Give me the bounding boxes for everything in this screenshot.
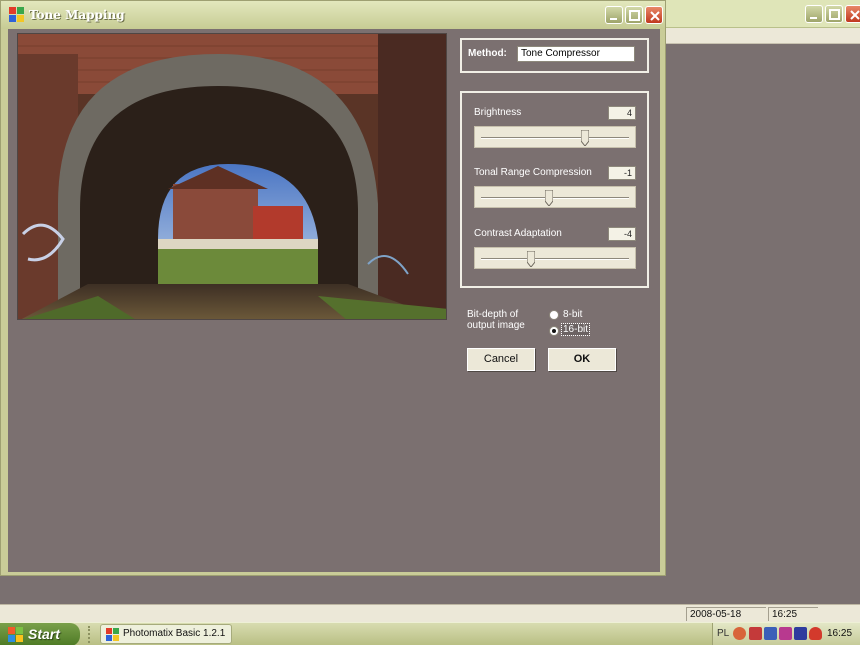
dialog-close-button[interactable] <box>645 6 663 24</box>
cancel-button[interactable]: Cancel <box>467 348 535 371</box>
tray-monitor-icon[interactable] <box>749 627 762 640</box>
minimize-icon <box>610 18 617 20</box>
radio-16-bit-label[interactable]: 16-bit <box>560 323 591 336</box>
ok-button[interactable]: OK <box>548 348 616 371</box>
start-button[interactable]: Start <box>0 623 80 645</box>
radio-16-bit[interactable] <box>549 326 559 336</box>
tray-shield-icon[interactable] <box>809 627 822 640</box>
dialog-minimize-button[interactable] <box>605 6 623 24</box>
tray-device-icon[interactable] <box>794 627 807 640</box>
status-time: 16:25 <box>768 607 818 621</box>
contrast-adaptation-value[interactable]: -4 <box>608 227 636 241</box>
dialog-title: Tone Mapping <box>29 8 125 22</box>
taskbar-item-label: Photomatix Basic 1.2.1 <box>123 628 226 639</box>
bit-depth-label-line1: Bit-depth of <box>467 309 519 320</box>
dialog-titlebar[interactable]: Tone Mapping <box>1 1 665 29</box>
method-select[interactable]: Tone Compressor <box>517 46 635 62</box>
close-icon <box>850 10 860 20</box>
parent-minimize-button[interactable] <box>805 5 823 23</box>
start-label: Start <box>28 626 60 642</box>
tonal-range-compression-track <box>481 197 629 199</box>
maximize-icon <box>629 10 640 21</box>
brick-arch-photo <box>18 34 446 319</box>
dialog-maximize-button[interactable] <box>625 6 643 24</box>
method-panel: Method: Tone Compressor <box>460 38 649 73</box>
parent-menubar <box>664 28 860 44</box>
brightness-value[interactable]: 4 <box>608 106 636 120</box>
tray-app-icon[interactable] <box>779 627 792 640</box>
photomatix-app-icon <box>9 7 24 22</box>
radio-8-bit-label[interactable]: 8-bit <box>563 309 582 320</box>
radio-8-bit[interactable] <box>549 310 559 320</box>
contrast-adaptation-label: Contrast Adaptation <box>474 228 562 239</box>
tray-arrow-icon[interactable] <box>733 627 746 640</box>
parent-maximize-button[interactable] <box>825 5 843 23</box>
close-icon <box>650 11 660 21</box>
taskbar-clock: 16:25 <box>827 628 853 639</box>
tonal-range-compression-slider[interactable] <box>474 186 636 208</box>
tray-network-icon[interactable] <box>764 627 777 640</box>
bit-depth-label-line2: output image <box>467 320 525 331</box>
status-date: 2008-05-18 <box>686 607 766 621</box>
photomatix-app-icon <box>106 628 119 641</box>
brightness-track <box>481 137 629 139</box>
contrast-adaptation-slider[interactable] <box>474 247 636 269</box>
brightness-slider[interactable] <box>474 126 636 148</box>
system-tray: PL 16:25 <box>712 623 860 645</box>
brightness-label: Brightness <box>474 107 522 118</box>
taskbar-item-photomatix[interactable]: Photomatix Basic 1.2.1 <box>100 624 232 644</box>
taskbar: Start Photomatix Basic 1.2.1 PL 16:25 <box>0 622 860 645</box>
taskbar-grip[interactable] <box>88 626 92 643</box>
sliders-panel: Brightness 4 Tonal Range Compression -1 … <box>460 91 649 288</box>
maximize-icon <box>829 9 840 20</box>
language-indicator[interactable]: PL <box>717 628 729 639</box>
contrast-adaptation-thumb[interactable] <box>527 251 536 267</box>
method-label: Method: <box>468 48 507 59</box>
tonal-range-compression-value[interactable]: -1 <box>608 166 636 180</box>
minimize-icon <box>810 17 817 19</box>
parent-close-button[interactable] <box>845 5 860 23</box>
tone-mapping-dialog: Tone Mapping Method: Tone Compressor Bri… <box>0 0 666 576</box>
dialog-client-area: Method: Tone Compressor Brightness 4 Ton… <box>8 29 660 572</box>
tonal-range-compression-label: Tonal Range Compression <box>474 167 592 178</box>
tonal-range-compression-thumb[interactable] <box>545 190 554 206</box>
contrast-adaptation-track <box>481 258 629 260</box>
windows-flag-icon <box>8 627 23 642</box>
parent-statusbar: 2008-05-18 16:25 <box>0 604 860 622</box>
brightness-thumb[interactable] <box>580 130 589 146</box>
preview-image <box>17 33 447 320</box>
